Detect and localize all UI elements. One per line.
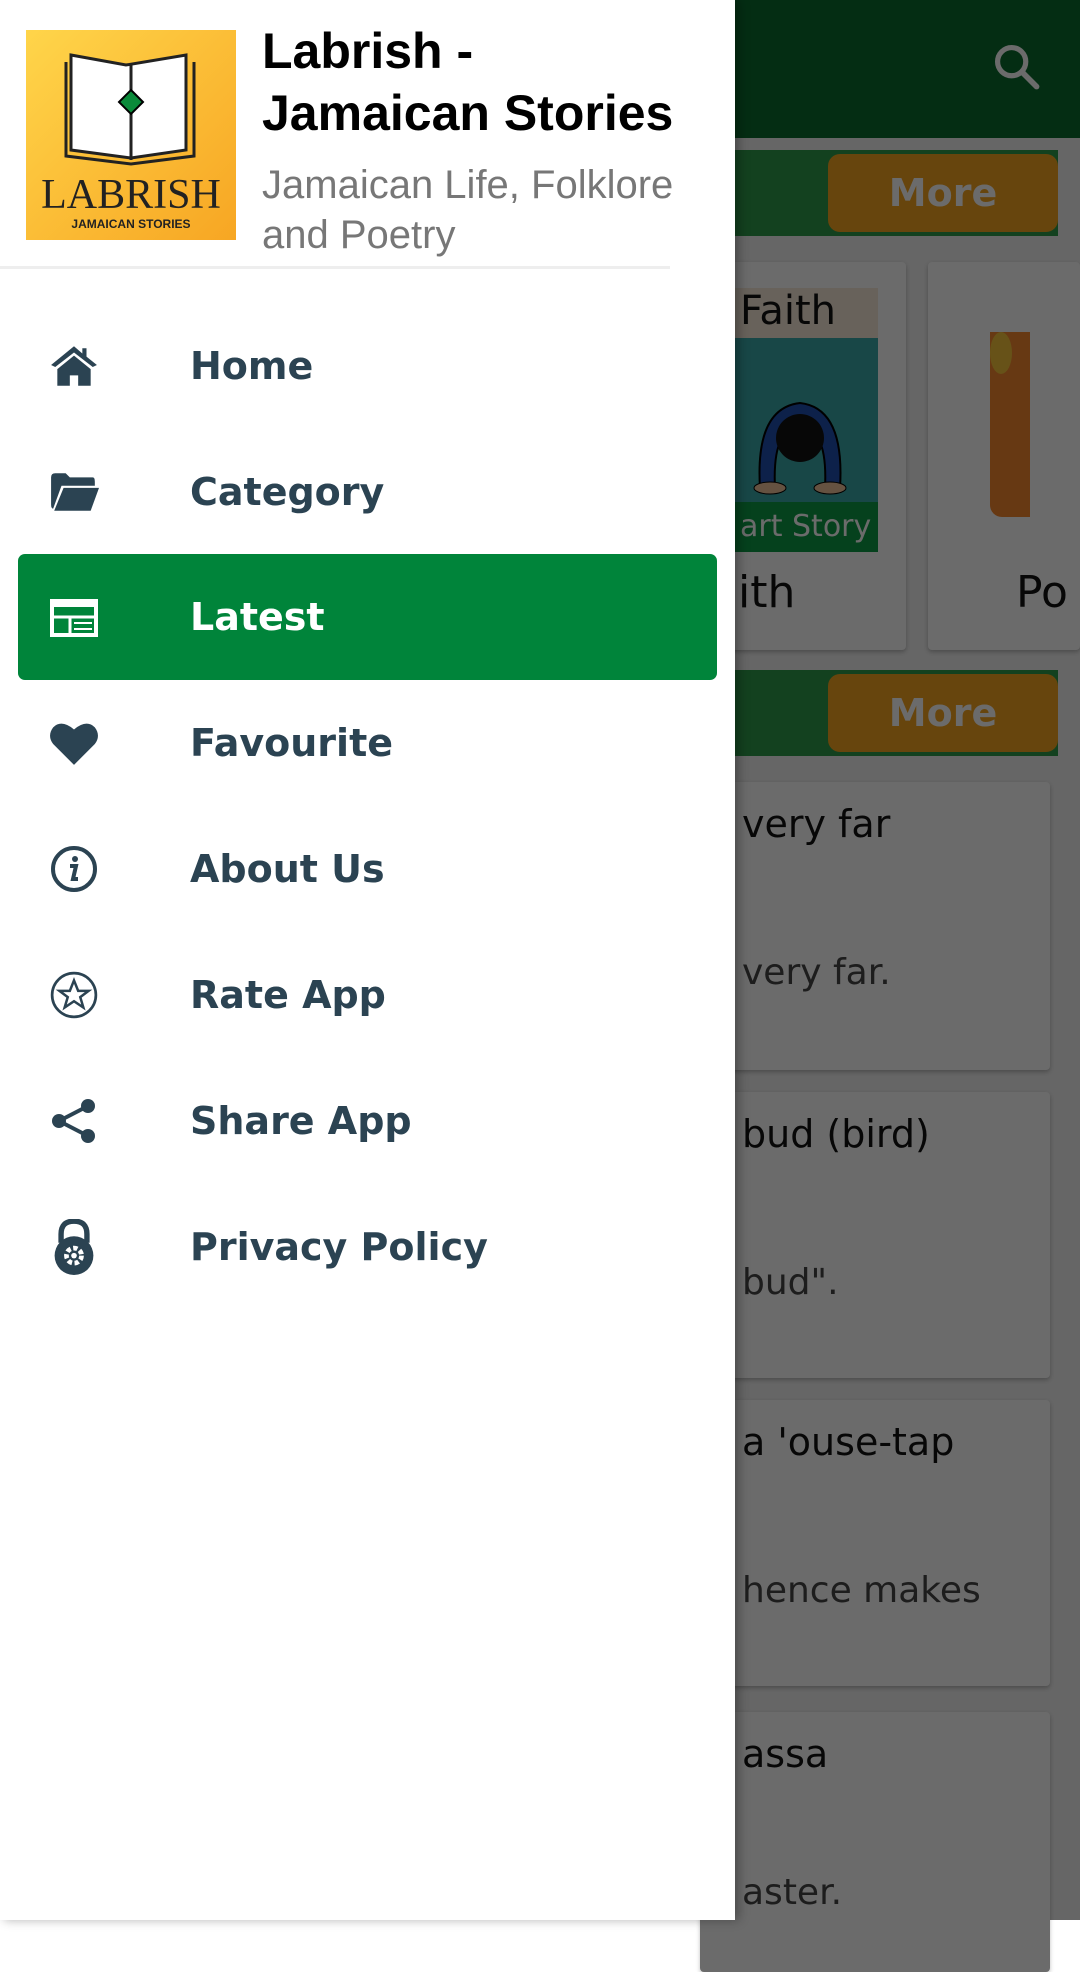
menu-item-label: Privacy Policy [190,1225,488,1269]
app-subtitle-line: and Poetry [262,213,456,257]
newspaper-icon [49,592,99,642]
menu-item-rate-app[interactable]: Rate App [18,932,717,1058]
category-title: ith [738,567,796,618]
app-logo: LABRISH JAMAICAN STORIES [26,30,236,240]
svg-text:JAMAICAN STORIES: JAMAICAN STORIES [71,217,190,231]
menu-item-share-app[interactable]: Share App [18,1058,717,1184]
app-subtitle-line: Jamaican Life, Folklore [262,163,674,207]
menu-item-label: About Us [190,847,385,891]
section-header: More [700,150,1058,236]
share-icon [49,1096,99,1146]
search-icon[interactable] [990,40,1042,92]
menu-item-label: Share App [190,1099,412,1143]
more-button[interactable]: More [828,674,1058,752]
folder-icon [49,467,99,517]
category-title: Po [1016,567,1068,618]
lock-icon [49,1219,99,1275]
category-card[interactable]: Po [928,262,1080,650]
list-item-desc: very far. [742,952,891,993]
app-subtitle: Jamaican Life, Folklore and Poetry [262,160,673,260]
menu-item-label: Home [190,344,314,388]
list-item-title: bud (bird) [742,1112,930,1156]
more-button[interactable]: More [828,154,1058,232]
menu-item-label: Favourite [190,721,394,765]
list-item-title: a 'ouse-tap [742,1420,955,1464]
app-title-line: Jamaican Stories [262,85,674,141]
list-item[interactable]: assa aster. [700,1712,1050,1972]
info-icon [49,844,99,894]
list-item-title: very far [742,802,891,846]
list-item[interactable]: a 'ouse-tap hence makes [700,1400,1050,1686]
list-item-desc: hence makes [742,1570,981,1611]
list-item-title: assa [742,1732,829,1776]
star-icon [49,970,99,1020]
app-title: Labrish - Jamaican Stories [262,20,673,144]
list-item-desc: aster. [742,1872,843,1913]
section-header: More [700,670,1058,756]
menu-item-label: Category [190,470,385,514]
scroll-decoration [990,332,1012,374]
list-item-desc: bud". [742,1262,839,1303]
heart-icon [49,718,99,768]
menu-item-label: Rate App [190,973,386,1017]
home-icon [49,341,99,391]
svg-text:LABRISH: LABRISH [41,172,221,218]
menu-item-label: Latest [190,595,325,639]
divider [0,266,670,269]
menu-item-home[interactable]: Home [18,303,717,429]
list-item[interactable]: bud (bird) bud". [700,1092,1050,1378]
navigation-drawer: LABRISH JAMAICAN STORIES Labrish - Jamaic… [0,0,735,1920]
menu-item-category[interactable]: Category [18,429,717,555]
menu-item-about-us[interactable]: About Us [18,806,717,932]
menu-item-favourite[interactable]: Favourite [18,680,717,806]
menu-item-latest[interactable]: Latest [18,554,717,680]
menu-item-privacy-policy[interactable]: Privacy Policy [18,1184,717,1310]
list-item[interactable]: very far very far. [700,782,1050,1070]
app-title-line: Labrish - [262,23,474,79]
